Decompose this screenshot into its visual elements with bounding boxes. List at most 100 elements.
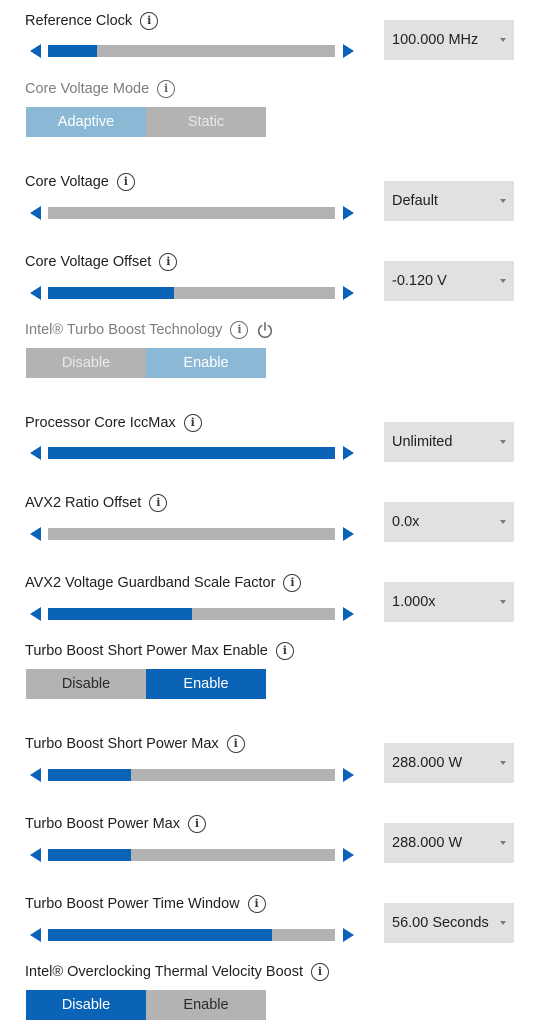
chevron-down-icon [500,520,506,524]
arrow-right-icon[interactable] [343,44,354,58]
chevron-down-icon [500,38,506,42]
info-icon[interactable]: i [157,80,176,98]
arrow-left-icon[interactable] [30,44,41,58]
toggle-option-enable[interactable]: Enable [146,669,266,699]
setting-label: Processor Core IccMax [25,415,176,431]
arrow-right-icon[interactable] [343,768,354,782]
toggle-option-static[interactable]: Static [146,107,266,137]
select-value: Default [392,193,438,209]
arrow-right-icon[interactable] [343,286,354,300]
arrow-left-icon[interactable] [30,848,41,862]
arrow-left-icon[interactable] [30,527,41,541]
power-time-window-select[interactable]: 56.00 Seconds [384,903,514,943]
power-max-select[interactable]: 288.000 W [384,823,514,863]
slider-fill [48,447,335,459]
slider-track[interactable] [48,447,335,459]
select-value: 288.000 W [392,835,463,851]
slider-fill [48,929,272,941]
toggle-option-adaptive[interactable]: Adaptive [26,107,146,137]
core-voltage-select[interactable]: Default [384,181,514,221]
core-voltage-offset-select[interactable]: -0.120 V [384,261,514,301]
arrow-right-icon[interactable] [343,928,354,942]
info-icon[interactable]: i [140,12,159,30]
slider-fill [48,45,97,57]
slider-track[interactable] [48,45,335,57]
select-value: 288.000 W [392,755,463,771]
toggle-option-enable[interactable]: Enable [146,990,266,1020]
arrow-left-icon[interactable] [30,607,41,621]
info-icon[interactable]: i [275,642,294,660]
setting-label: Turbo Boost Short Power Max Enable [25,643,268,659]
info-icon[interactable]: i [230,321,249,339]
toggle-option-disable[interactable]: Disable [26,990,146,1020]
arrow-right-icon[interactable] [343,527,354,541]
chevron-down-icon [500,279,506,283]
avx2-guardband-scale-select[interactable]: 1.000x [384,582,514,622]
arrow-left-icon[interactable] [30,206,41,220]
info-icon[interactable]: i [226,735,245,753]
core-voltage-slider[interactable] [30,206,354,220]
core-voltage-offset-slider[interactable] [30,286,354,300]
arrow-left-icon[interactable] [30,928,41,942]
arrow-left-icon[interactable] [30,768,41,782]
info-icon[interactable]: i [159,253,178,271]
chevron-down-icon [500,761,506,765]
arrow-right-icon[interactable] [343,206,354,220]
slider-fill [48,769,131,781]
arrow-right-icon[interactable] [343,848,354,862]
slider-track[interactable] [48,849,335,861]
processor-core-iccmax-select[interactable]: Unlimited [384,422,514,462]
core-voltage-mode-toggle[interactable]: Adaptive Static [26,107,266,137]
setting-label: AVX2 Ratio Offset [25,495,142,511]
setting-label: Core Voltage [25,174,109,190]
slider-track[interactable] [48,929,335,941]
arrow-right-icon[interactable] [343,607,354,621]
setting-label: Intel® Turbo Boost Technology [25,322,223,338]
thermal-velocity-boost-toggle[interactable]: Disable Enable [26,990,266,1020]
short-power-max-enable-toggle[interactable]: Disable Enable [26,669,266,699]
slider-track[interactable] [48,608,335,620]
toggle-option-disable[interactable]: Disable [26,669,146,699]
slider-track[interactable] [48,207,335,219]
turbo-boost-technology-toggle[interactable]: Disable Enable [26,348,266,378]
setting-label: Intel® Overclocking Thermal Velocity Boo… [25,964,303,980]
arrow-left-icon[interactable] [30,446,41,460]
short-power-max-select[interactable]: 288.000 W [384,743,514,783]
arrow-right-icon[interactable] [343,446,354,460]
toggle-option-enable[interactable]: Enable [146,348,266,378]
select-value: -0.120 V [392,273,447,289]
power-icon[interactable] [256,321,274,339]
info-icon[interactable]: i [149,494,168,512]
chevron-down-icon [500,841,506,845]
toggle-option-disable[interactable]: Disable [26,348,146,378]
reference-clock-select[interactable]: 100.000 MHz [384,20,514,60]
select-value: 100.000 MHz [392,32,479,48]
info-icon[interactable]: i [283,574,302,592]
info-icon[interactable]: i [188,815,206,833]
chevron-down-icon [500,199,506,203]
avx2-ratio-offset-select[interactable]: 0.0x [384,502,514,542]
power-max-slider[interactable] [30,848,354,862]
chevron-down-icon [500,440,506,444]
select-value: 1.000x [392,594,436,610]
slider-track[interactable] [48,287,335,299]
power-time-window-slider[interactable] [30,928,354,942]
setting-label: Core Voltage Offset [25,254,152,270]
info-icon[interactable]: i [116,173,135,191]
slider-fill [48,608,192,620]
info-icon[interactable]: i [183,414,202,432]
info-icon[interactable]: i [247,895,266,913]
avx2-guardband-scale-slider[interactable] [30,607,354,621]
reference-clock-slider[interactable] [30,44,354,58]
setting-label: Turbo Boost Short Power Max [25,736,219,752]
select-value: Unlimited [392,434,453,450]
setting-label: AVX2 Voltage Guardband Scale Factor [25,575,276,591]
processor-core-iccmax-slider[interactable] [30,446,354,460]
slider-track[interactable] [48,528,335,540]
short-power-max-slider[interactable] [30,768,354,782]
slider-track[interactable] [48,769,335,781]
info-icon[interactable]: i [310,963,329,981]
setting-label: Core Voltage Mode [25,81,150,97]
avx2-ratio-offset-slider[interactable] [30,527,354,541]
arrow-left-icon[interactable] [30,286,41,300]
